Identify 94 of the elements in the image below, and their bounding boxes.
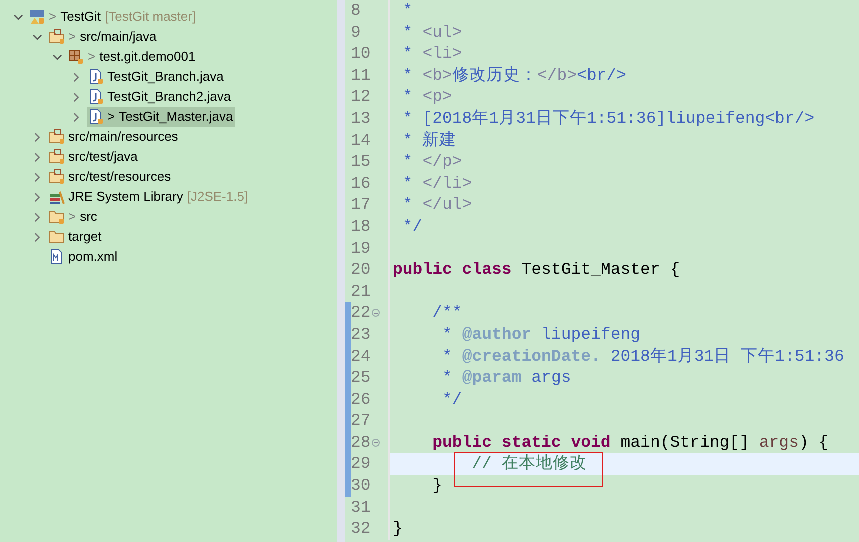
tree-item[interactable]: pom.xml	[48, 247, 120, 267]
line-number: 18	[351, 216, 371, 238]
item-label: TestGit_Master.java	[119, 108, 234, 126]
line-number: 9	[351, 22, 361, 44]
item-decoration: [TestGit master]	[105, 8, 196, 26]
item-label: TestGit_Branch2.java	[108, 88, 232, 106]
line-number: 11	[351, 64, 371, 86]
tree-item[interactable]: > src	[48, 207, 100, 227]
item-label: src/test/resources	[68, 168, 172, 186]
tree-item[interactable]: TestGit_Branch2.java	[86, 87, 234, 107]
tree-item[interactable]: TestGit_Branch.java	[86, 67, 226, 87]
code-line: }	[432, 476, 443, 496]
line-number: 20	[351, 259, 371, 281]
xml-file-icon	[48, 249, 64, 265]
item-label: JRE System Library	[68, 188, 184, 206]
line-number: 13	[351, 108, 371, 130]
item-label: pom.xml	[68, 248, 118, 266]
source-folder-icon	[48, 29, 64, 45]
line-number: 29	[351, 453, 371, 476]
source-folder-icon	[48, 169, 64, 185]
change-marker: >	[68, 208, 76, 226]
code-line: * <b>修改历史：</b><br/>	[402, 66, 627, 85]
line-number: 32	[351, 518, 371, 540]
line-number: 15	[351, 151, 371, 173]
java-file-icon	[88, 89, 104, 105]
code-line: *	[402, 1, 413, 20]
item-decoration: [J2SE-1.5]	[187, 188, 248, 206]
line-number: 24	[351, 346, 371, 368]
project-icon	[29, 9, 45, 25]
java-file-icon	[88, 109, 104, 125]
code-line: */	[402, 216, 423, 236]
code-line: public class TestGit_Master {	[393, 260, 680, 280]
item-label: TestGit	[60, 8, 102, 26]
tree-item[interactable]: > TestGit_Master.java	[86, 107, 236, 127]
item-label: src/test/java	[68, 148, 138, 166]
code-line: public static void main(String[] args) {	[432, 432, 829, 452]
line-number: 31	[351, 496, 371, 518]
tree-item[interactable]: src/test/java	[48, 147, 140, 167]
item-label: src/main/java	[80, 28, 157, 46]
change-marker: >	[88, 48, 96, 66]
line-number: 27	[351, 410, 371, 432]
change-marker: >	[68, 28, 76, 46]
line-number: 12	[351, 86, 371, 108]
item-label: src	[80, 208, 98, 226]
source-folder-icon	[48, 129, 64, 145]
folder-icon	[48, 229, 64, 245]
library-icon	[48, 189, 64, 205]
code-line: }	[393, 519, 403, 538]
java-file-icon	[88, 69, 104, 85]
line-number: 25	[351, 367, 371, 389]
fold-icon[interactable]	[372, 309, 380, 318]
fold-icon[interactable]	[372, 438, 380, 447]
package-icon	[68, 49, 84, 65]
code-line: * </ul>	[402, 195, 472, 214]
tree-item[interactable]: src/main/resources	[48, 127, 180, 147]
folder-icon	[48, 209, 64, 225]
line-number: 21	[351, 280, 371, 302]
code-line: * @param args	[442, 368, 572, 388]
item-label: src/main/resources	[68, 128, 178, 146]
tree-item[interactable]: > TestGit [TestGit master]	[28, 7, 198, 27]
tree-item[interactable]: src/test/resources	[48, 167, 174, 187]
code-line: /**	[432, 303, 462, 322]
code-line: * <p>	[402, 87, 452, 106]
code-line: * <li>	[402, 44, 462, 64]
code-line: * </li>	[402, 174, 472, 193]
code-line: * </p>	[402, 152, 462, 172]
line-number: 23	[351, 324, 371, 346]
line-number: 16	[351, 172, 371, 194]
line-number: 17	[351, 194, 371, 216]
item-label: TestGit_Branch.java	[108, 68, 224, 86]
tree-item[interactable]: > test.git.demo001	[67, 47, 198, 67]
code-line: * [2018年1月31日下午1:51:36]liupeifeng<br/>	[402, 108, 815, 128]
line-number: 26	[351, 388, 371, 410]
code-line: * @author liupeifeng	[442, 324, 641, 344]
change-marker: >	[49, 8, 57, 26]
tree-item[interactable]: JRE System Library [J2SE-1.5]	[48, 187, 250, 207]
line-number: 30	[351, 475, 371, 497]
code-line: */	[442, 390, 462, 409]
code-line: // 在本地修改	[471, 454, 587, 474]
tree-item[interactable]: > src/main/java	[48, 27, 159, 47]
code-line: * @creationDate. 2018年1月31日 下午1:51:36	[442, 346, 844, 366]
item-label: target	[68, 228, 102, 246]
line-number: 10	[351, 43, 371, 65]
code-line: * 新建	[402, 130, 457, 150]
line-number: 8	[351, 0, 361, 22]
item-label: test.git.demo001	[100, 48, 196, 66]
line-number: 22	[351, 302, 371, 324]
line-number: 28	[351, 432, 371, 454]
source-folder-icon	[48, 149, 64, 165]
code-line: * <ul>	[402, 22, 462, 42]
change-marker: >	[108, 108, 116, 126]
line-number: 14	[351, 130, 371, 152]
tree-item[interactable]: target	[48, 227, 104, 247]
line-number: 19	[351, 238, 371, 260]
